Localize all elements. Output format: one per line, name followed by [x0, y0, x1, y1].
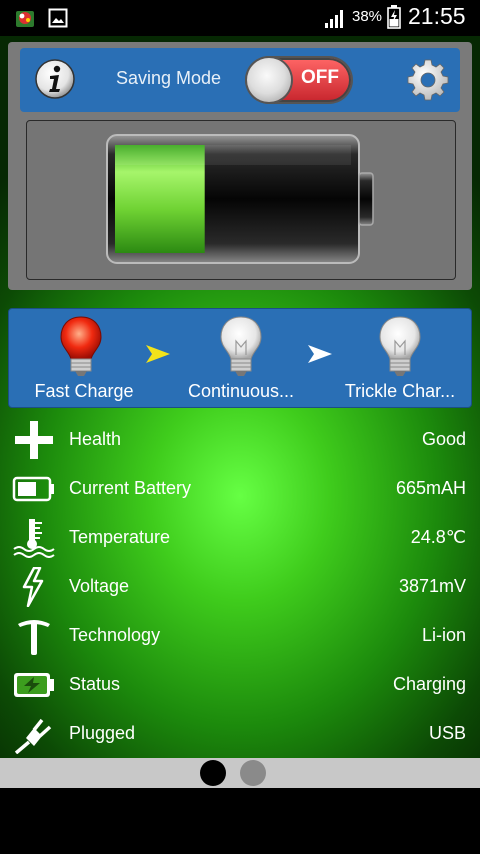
charging-battery-icon	[14, 673, 54, 697]
app-notification-icon	[16, 11, 34, 27]
thermometer-icon	[13, 519, 55, 558]
battery-icon	[12, 476, 54, 502]
saving-mode-toggle[interactable]: OFF	[245, 56, 353, 104]
info-icon[interactable]	[34, 58, 76, 100]
clock: 21:55	[408, 3, 466, 29]
row-value: USB	[428, 723, 466, 743]
row-value: Good	[421, 429, 466, 449]
row-value: Charging	[392, 674, 466, 694]
info-row-technology: Technology Li-ion	[0, 612, 480, 661]
stage-continuous: Continuous...	[166, 309, 316, 409]
stage-label: Continuous...	[187, 381, 295, 401]
gallery-icon	[48, 8, 68, 28]
charge-stages-panel: Fast Charge Continuous... Trickle Char..…	[8, 308, 472, 408]
row-label: Voltage	[69, 576, 130, 596]
row-value: 24.8℃	[410, 527, 466, 547]
gear-icon[interactable]	[406, 58, 450, 102]
status-bar: 38% 21:55	[0, 0, 480, 36]
stage-label: Fast Charge	[34, 381, 134, 401]
row-label: Temperature	[69, 527, 171, 547]
bulb-on-icon	[60, 316, 102, 376]
pickaxe-icon	[18, 620, 50, 655]
top-panel: Saving Mode OFF	[8, 42, 472, 290]
row-value: 3871mV	[398, 576, 466, 596]
status-battery-icon	[387, 5, 401, 29]
cross-icon	[15, 421, 53, 459]
stage-trickle-charge: Trickle Char...	[325, 309, 475, 409]
stage-fast-charge: Fast Charge	[9, 309, 159, 409]
info-row-temperature: Temperature 24.8℃	[0, 514, 480, 563]
info-row-status: Status Charging	[0, 661, 480, 710]
info-row-plugged: Plugged USB	[0, 710, 480, 759]
bulb-off-icon	[220, 316, 262, 376]
page-dot-2[interactable]	[240, 760, 266, 786]
saving-mode-label: Saving Mode	[116, 68, 222, 88]
plug-icon	[14, 718, 52, 754]
signal-icon	[325, 10, 343, 28]
info-row-health: Health Good	[0, 416, 480, 465]
row-value: 665mAH	[395, 478, 466, 498]
battery-level-graphic	[106, 134, 374, 264]
stage-label: Trickle Char...	[344, 381, 456, 401]
lightning-icon	[22, 567, 44, 607]
toolbar: Saving Mode OFF	[20, 48, 460, 112]
bottom-bar	[0, 788, 480, 854]
row-label: Plugged	[69, 723, 136, 743]
app-content: Saving Mode OFF Fast Charge Continuous..…	[0, 36, 480, 758]
toggle-state-text: OFF	[301, 67, 339, 88]
row-label: Status	[69, 674, 121, 694]
toggle-knob	[247, 58, 291, 102]
bulb-off-icon	[379, 316, 421, 376]
row-label: Current Battery	[69, 478, 192, 498]
row-label: Health	[69, 429, 122, 449]
battery-percent: 38%	[352, 8, 383, 25]
info-row-current-battery: Current Battery 665mAH	[0, 465, 480, 514]
info-row-voltage: Voltage 3871mV	[0, 563, 480, 612]
page-dot-1[interactable]	[200, 760, 226, 786]
row-value: Li-ion	[421, 625, 466, 645]
battery-display	[26, 120, 456, 280]
page-indicator	[0, 758, 480, 788]
row-label: Technology	[69, 625, 161, 645]
